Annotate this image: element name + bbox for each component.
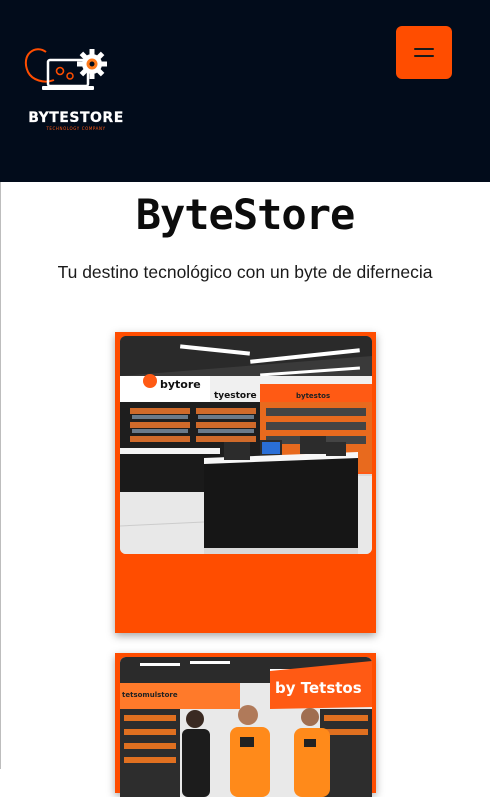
sign-text: tetsomulstore [122,691,178,699]
sign-text: by Tetstos [275,679,362,697]
logo[interactable]: BYTESTORE TECHNOLOGY COMPANY [14,40,136,136]
store-staff-photo: tetsomulstore by Tetstos [120,657,372,797]
laptop-gear-logo-icon [25,48,107,90]
sign-text: bytore [160,378,201,391]
hamburger-menu-icon [414,48,434,50]
logo-subtitle: TECHNOLOGY COMPANY [46,126,106,131]
hamburger-menu-icon [414,55,434,57]
page-subtitle: Tu destino tecnológico con un byte de di… [57,262,433,282]
sign-text: bytestos [296,392,330,400]
menu-button[interactable] [396,26,452,79]
store-card[interactable]: bytore tyestore bytestos [115,332,376,633]
page-title: ByteStore [135,190,356,239]
site-header: BYTESTORE TECHNOLOGY COMPANY [0,0,490,182]
store-interior-photo: bytore tyestore bytestos [120,336,372,554]
sign-text: tyestore [214,391,257,401]
store-card[interactable]: tetsomulstore by Tetstos [115,653,376,797]
logo-title: BYTESTORE [28,110,124,126]
